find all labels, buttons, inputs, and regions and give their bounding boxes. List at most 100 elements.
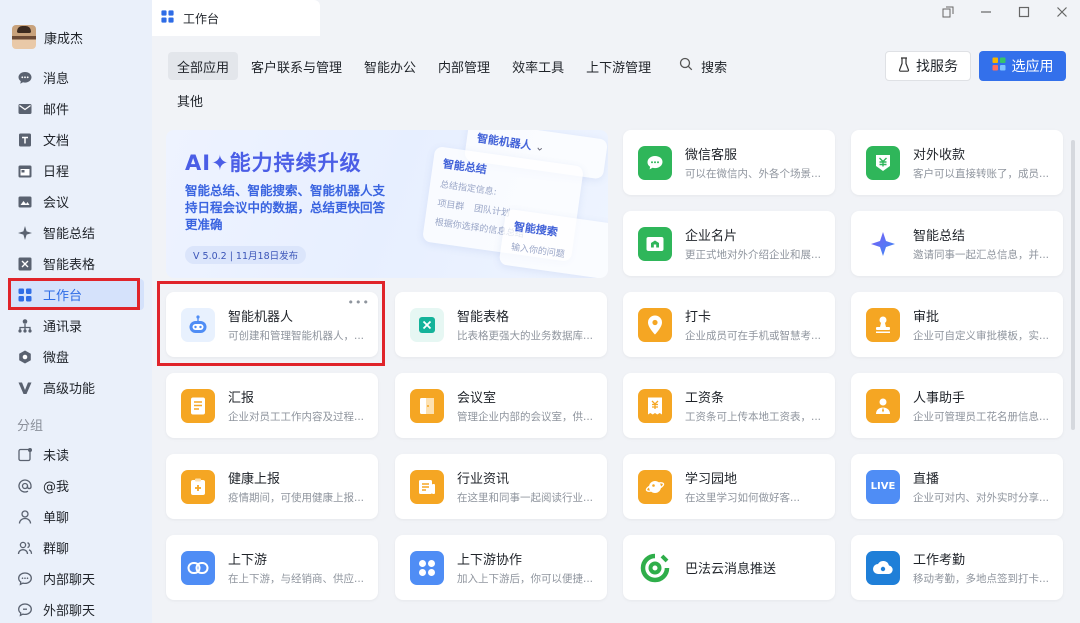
app-card-live[interactable]: LIVE 直播 企业可对内、对外实时分享... [851,454,1063,519]
nav-item-smart-table[interactable]: 智能表格 [8,248,144,279]
payment-icon [866,145,900,180]
calendar-icon [17,163,33,179]
avatar[interactable] [12,25,36,49]
app-card-meeting-room[interactable]: 会议室管理企业内部的会议室，供... [395,373,607,438]
collab-icon [410,550,444,585]
meeting-icon [17,194,33,210]
filter-smart-office[interactable]: 智能办公 [355,52,425,80]
search-label: 搜索 [701,60,728,76]
live-icon: LIVE [866,469,900,504]
app-name: 会议室 [457,391,497,406]
search-button[interactable]: 搜索 [670,52,736,80]
app-name: 人事助手 [913,391,966,406]
app-card-payslip[interactable]: 工资条 工资条可上传本地工资表，... [623,373,835,438]
nav-item-messages[interactable]: 消息 [8,62,144,93]
sparkle-icon [17,225,33,241]
nav-label: 微盘 [43,351,70,366]
scrollbar[interactable] [1071,140,1075,430]
group-icon [17,540,33,556]
ai-upgrade-banner[interactable]: AI✦能力持续升级 智能总结、智能搜索、智能机器人支持日程会议中的数据，总结更快… [166,130,608,278]
app-desc: 加入上下游后，你可以便捷... [457,573,594,585]
app-card-payment[interactable]: 对外收款 客户可以直接转账了，成员... [851,130,1063,195]
filter-other[interactable]: 其他 [168,86,212,114]
filter-all-apps[interactable]: 全部应用 [168,52,239,80]
app-desc: 管理企业内部的会议室，供... [457,411,594,423]
group-item-group-chat[interactable]: 群聊 [8,532,144,563]
chat-icon [17,571,33,587]
app-name: 行业资讯 [457,472,510,487]
banner-card-source-1: 项目群 [436,198,465,213]
nav-item-mail[interactable]: 邮件 [8,93,144,124]
banner-card-search: 智能搜索 输入你的问题 [498,208,608,278]
app-card-health-report[interactable]: 健康上报 疫情期间，可使用健康上报... [166,454,378,519]
app-desc: 邀请同事一起汇总信息，并... [913,249,1050,261]
smart-table-icon [410,307,444,342]
minimize-icon[interactable] [978,4,994,20]
app-name: 微信客服 [685,148,738,163]
app-card-business-card[interactable]: 企业名片 更正式地对外介绍企业和展... [623,211,835,276]
close-icon[interactable] [1054,4,1070,20]
app-name: 打卡 [685,310,712,325]
nav-item-docs[interactable]: 文档 [8,124,144,155]
group-item-mentions[interactable]: @我 [8,470,144,501]
nav-item-meeting[interactable]: 会议 [8,186,144,217]
filter-efficiency[interactable]: 效率工具 [503,52,573,80]
banner-version-tag: V 5.0.2 | 11月18日发布 [185,246,307,264]
tab-workbench[interactable]: 工作台 [152,0,320,36]
search-icon [679,57,693,75]
group-item-single-chat[interactable]: 单聊 [8,501,144,532]
app-card-smart-table[interactable]: 智能表格 比表格更强大的业务数据库... [395,292,607,357]
app-card-attendance[interactable]: 工作考勤 移动考勤，多地点签到打卡... [851,535,1063,600]
nav-item-premium[interactable]: 高级功能 [8,372,144,403]
select-app-button[interactable]: 选应用 [979,51,1066,81]
app-desc: 工资条可上传本地工资表，... [685,411,822,423]
app-card-approval[interactable]: 审批 企业可自定义审批模板，实... [851,292,1063,357]
apps-grid-icon [992,57,1006,75]
app-desc: 在这里学习如何做好客... [685,492,801,504]
nav-label: 高级功能 [43,382,96,397]
maximize-icon[interactable] [1016,4,1032,20]
filter-internal[interactable]: 内部管理 [429,52,499,80]
hr-icon [866,388,900,423]
app-card-report[interactable]: 汇报 企业对员工工作内容及过程... [166,373,378,438]
app-card-hr-assistant[interactable]: 人事助手 企业可管理员工花名册信息... [851,373,1063,438]
mail-icon [17,101,33,117]
group-item-unread[interactable]: 未读 [8,439,144,470]
nav-label: 外部聊天 [43,604,96,619]
find-service-label: 找服务 [916,59,958,75]
nav-label: 智能总结 [43,227,96,242]
app-card-smart-summary[interactable]: 智能总结 邀请同事一起汇总信息，并... [851,211,1063,276]
nav-label: 智能表格 [43,258,96,273]
app-card-upstream-collab[interactable]: 上下游协作 加入上下游后，你可以便捷... [395,535,607,600]
app-card-checkin[interactable]: 打卡企业成员可在手机或智慧考... [623,292,835,357]
app-desc: 移动考勤，多地点签到打卡... [913,573,1050,585]
group-item-internal-chat[interactable]: 内部聊天 [8,563,144,594]
service-icon [898,56,910,76]
user-profile[interactable]: 康成杰 [12,24,83,50]
filter-customer[interactable]: 客户联系与管理 [242,52,351,80]
app-card-upstream[interactable]: 上下游 在上下游，与经销商、供应... [166,535,378,600]
titlebar: 工作台 [152,0,1080,36]
user-name: 康成杰 [44,31,84,47]
app-desc: 企业对员工工作内容及过程... [228,411,365,423]
popout-icon[interactable] [940,4,956,20]
banner-card-search-label: 智能搜索 [513,219,559,239]
app-desc: 在上下游，与经销商、供应... [228,573,365,585]
nav-item-calendar[interactable]: 日程 [8,155,144,186]
app-card-learning[interactable]: 学习园地 在这里学习如何做好客... [623,454,835,519]
find-service-button[interactable]: 找服务 [885,51,971,81]
bafa-icon [638,550,672,585]
app-card-bafa-push[interactable]: 巴法云消息推送 [623,535,835,600]
app-card-wechat-service[interactable]: 微信客服 可以在微信内、外各个场景... [623,130,835,195]
app-desc: 更正式地对外介绍企业和展... [685,249,822,261]
app-desc: 客户可以直接转账了，成员... [913,168,1050,180]
nav-item-contacts[interactable]: 通讯录 [8,310,144,341]
nav-item-smart-summary[interactable]: 智能总结 [8,217,144,248]
group-item-external-chat[interactable]: 外部聊天 [8,594,144,623]
nav-label: 文档 [43,134,70,149]
app-desc: 企业成员可在手机或智慧考... [685,330,822,342]
filter-upstream[interactable]: 上下游管理 [577,52,660,80]
app-card-industry-news[interactable]: 行业资讯 在这里和同事一起阅读行业... [395,454,607,519]
nav-item-drive[interactable]: 微盘 [8,341,144,372]
health-icon [181,469,215,504]
